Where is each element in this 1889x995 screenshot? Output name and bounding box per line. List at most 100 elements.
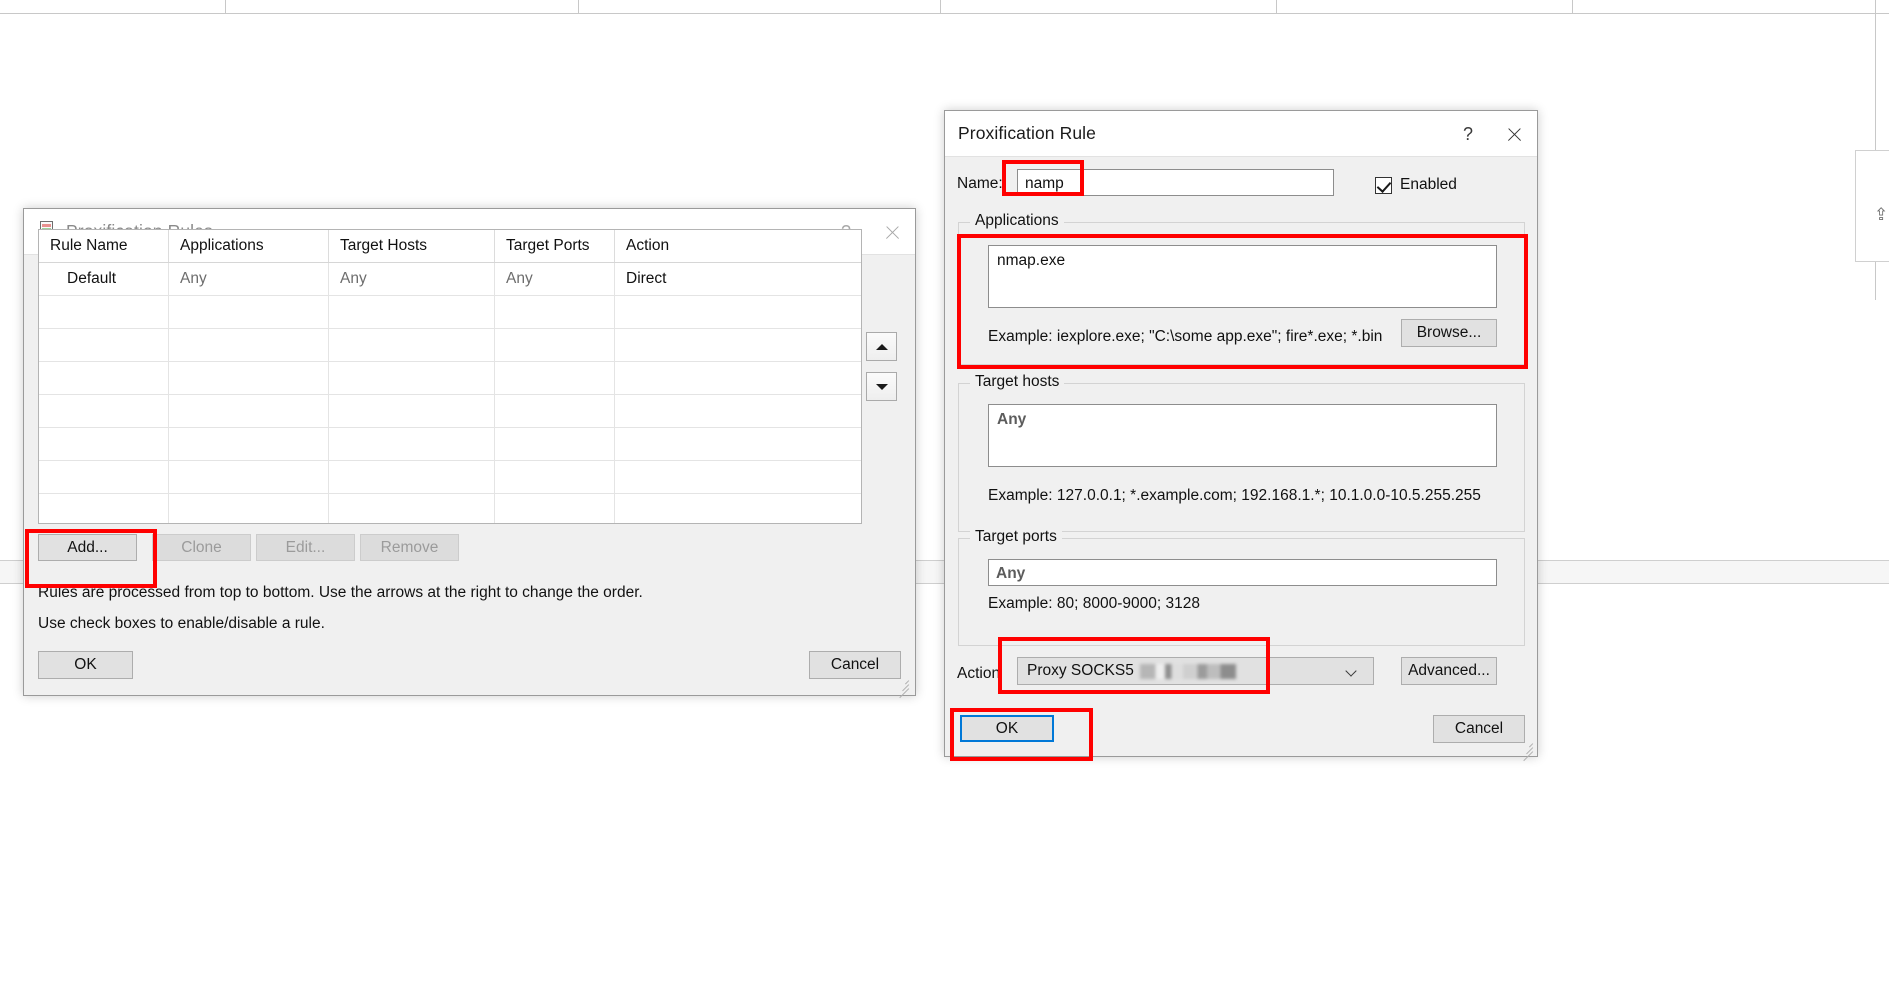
rule-dialog-title-buttons: ?	[1445, 111, 1537, 157]
table-row[interactable]	[39, 428, 861, 461]
rules-close-button[interactable]	[869, 209, 915, 255]
rule-dialog-title: Proxification Rule	[958, 123, 1096, 143]
rules-cancel-button[interactable]: Cancel	[809, 651, 901, 679]
rules-resize-grip[interactable]	[893, 674, 910, 699]
table-row[interactable]	[39, 494, 861, 523]
clone-button[interactable]: Clone	[152, 534, 251, 561]
browse-button[interactable]: Browse...	[1401, 319, 1497, 347]
cell-empty	[39, 395, 169, 427]
cell-empty	[329, 494, 495, 523]
close-icon	[1506, 126, 1523, 143]
cell-empty	[615, 329, 861, 361]
move-down-arrow-icon	[875, 383, 888, 390]
target-ports-input[interactable]: Any	[988, 559, 1497, 586]
close-icon	[884, 224, 901, 241]
applications-legend: Applications	[970, 212, 1064, 230]
rule-resize-grip[interactable]	[1517, 737, 1534, 762]
cell-empty	[169, 494, 329, 523]
cell-applications: Any	[169, 263, 329, 295]
cell-empty	[495, 428, 615, 460]
background-divider-1	[225, 0, 226, 14]
cell-empty	[39, 329, 169, 361]
cell-empty	[329, 329, 495, 361]
table-row[interactable]: Default Any Any Any Direct	[39, 263, 861, 296]
rule-help-button[interactable]: ?	[1445, 111, 1491, 157]
background-divider-3	[940, 0, 941, 14]
cell-empty	[169, 395, 329, 427]
table-row[interactable]	[39, 296, 861, 329]
target-hosts-legend: Target hosts	[970, 373, 1065, 391]
cell-empty	[495, 461, 615, 493]
proxification-rule-dialog: Proxification Rule ? Name: namp Enabled …	[944, 110, 1538, 762]
move-up-button[interactable]	[866, 332, 897, 361]
column-header-action: Action	[626, 237, 670, 254]
action-label: Action	[957, 665, 1001, 682]
cell-empty	[495, 494, 615, 523]
enabled-checkbox-row[interactable]: Enabled	[1375, 176, 1457, 194]
cell-empty	[615, 362, 861, 394]
cell-empty	[39, 428, 169, 460]
target-ports-legend: Target ports	[970, 528, 1062, 546]
cell-empty	[329, 395, 495, 427]
cell-empty	[495, 329, 615, 361]
background-right-panel-glyph: ⇪	[1874, 205, 1889, 224]
cell-action: Direct	[626, 270, 667, 287]
rule-ok-button[interactable]: OK	[960, 715, 1054, 742]
rule-dialog-titlebar: Proxification Rule ?	[945, 111, 1537, 157]
column-header-target-hosts: Target Hosts	[329, 230, 495, 262]
add-button[interactable]: Add...	[38, 534, 137, 561]
cell-empty	[39, 494, 169, 523]
cell-empty	[169, 296, 329, 328]
enabled-label: Enabled	[1400, 176, 1457, 193]
enabled-checkbox[interactable]	[1375, 176, 1392, 194]
cell-empty	[329, 296, 495, 328]
chevron-down-icon	[1346, 666, 1357, 677]
cell-target-hosts: Any	[329, 263, 495, 295]
cell-empty	[169, 461, 329, 493]
cell-empty	[39, 362, 169, 394]
proxification-rules-dialog: Proxification Rules ? Rule Name Applicat…	[23, 208, 916, 699]
cell-empty	[495, 362, 615, 394]
background-divider-2	[578, 0, 579, 14]
rule-cancel-button[interactable]: Cancel	[1433, 715, 1525, 743]
cell-empty	[495, 395, 615, 427]
advanced-button[interactable]: Advanced...	[1401, 657, 1497, 685]
name-input[interactable]: namp	[1017, 169, 1334, 196]
cell-empty	[615, 461, 861, 493]
edit-button[interactable]: Edit...	[256, 534, 355, 561]
table-row[interactable]	[39, 362, 861, 395]
column-header-applications: Applications	[169, 230, 329, 262]
cell-empty	[615, 296, 861, 328]
cell-empty	[615, 494, 861, 523]
cell-empty	[495, 296, 615, 328]
action-combobox[interactable]: Proxy SOCKS5	[1017, 657, 1374, 685]
rules-table[interactable]: Rule Name Applications Target Hosts Targ…	[38, 229, 862, 524]
applications-example: Example: iexplore.exe; "C:\some app.exe"…	[988, 328, 1383, 345]
action-value-redacted	[1139, 663, 1236, 679]
applications-textarea[interactable]: nmap.exe	[988, 245, 1497, 308]
background-divider-4	[1276, 0, 1277, 14]
target-hosts-example: Example: 127.0.0.1; *.example.com; 192.1…	[988, 487, 1481, 504]
background-divider-5	[1572, 0, 1573, 14]
screen: ⇪ Proxification Rules ? Rule Name Applic…	[0, 0, 1889, 995]
target-ports-group: Target ports	[958, 528, 1525, 646]
move-down-button[interactable]	[866, 372, 897, 401]
rule-close-button[interactable]	[1491, 111, 1537, 157]
cell-empty	[329, 362, 495, 394]
move-up-arrow-icon	[875, 343, 888, 350]
target-hosts-textarea[interactable]: Any	[988, 404, 1497, 467]
remove-button[interactable]: Remove	[360, 534, 459, 561]
table-row[interactable]	[39, 395, 861, 428]
hint-order: Rules are processed from top to bottom. …	[38, 584, 643, 601]
cell-empty	[39, 296, 169, 328]
rules-ok-button[interactable]: OK	[38, 651, 133, 679]
cell-empty	[329, 461, 495, 493]
column-header-target-ports: Target Ports	[495, 230, 615, 262]
cell-empty	[329, 428, 495, 460]
hint-checkboxes: Use check boxes to enable/disable a rule…	[38, 615, 325, 632]
cell-empty	[615, 428, 861, 460]
table-row[interactable]	[39, 329, 861, 362]
background-header-rule	[0, 13, 1889, 14]
cell-rule-name: Default	[39, 263, 169, 295]
table-row[interactable]	[39, 461, 861, 494]
